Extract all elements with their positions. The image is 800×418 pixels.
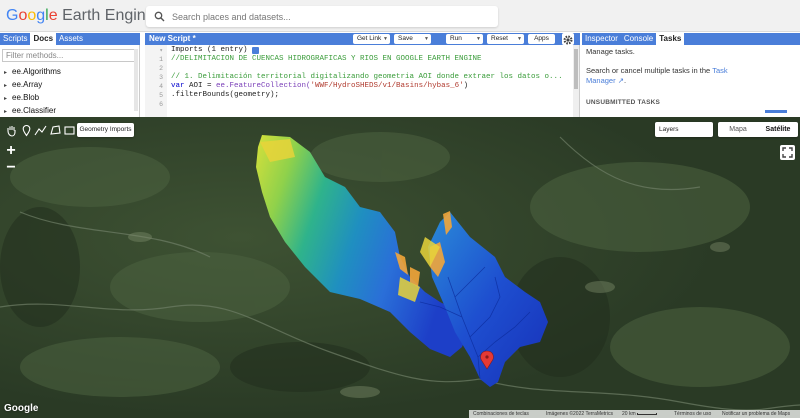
dropdown-icon: ▼ [424, 36, 429, 42]
search-icon [154, 11, 165, 22]
script-title[interactable]: New Script * [149, 33, 196, 45]
caret-right-icon: ▸ [4, 70, 8, 76]
map-type-satellite[interactable]: Satélite [758, 122, 798, 137]
zoom-in-button[interactable]: + [4, 143, 18, 159]
dropdown-icon: ▼ [476, 36, 481, 42]
settings-button[interactable] [562, 33, 574, 45]
code-line: 6 [159, 101, 163, 108]
dropdown-icon: ▼ [517, 36, 522, 42]
map-type-control: Mapa Satélite [718, 122, 798, 137]
code-line: 5 .filterBounds(geometry); [159, 91, 280, 99]
imagery-credit: Imágenes ©2022 TerraMetrics [546, 411, 613, 417]
left-panel-tabs: Scripts Docs Assets [0, 33, 140, 45]
map-view[interactable]: Geometry Imports + − Layers Mapa Satélit… [0, 117, 800, 418]
fullscreen-icon [782, 147, 793, 158]
tab-assets[interactable]: Assets [56, 33, 86, 45]
scale-label: 20 km [622, 411, 636, 417]
rectangle-icon [64, 126, 75, 135]
imports-line[interactable]: ▾ Imports (1 entry) [145, 46, 573, 55]
tab-tasks[interactable]: Tasks [656, 33, 685, 45]
manage-tasks-text: Manage tasks. [586, 47, 635, 56]
editor-scrollbar[interactable] [573, 45, 579, 117]
caret-right-icon: ▸ [4, 96, 8, 102]
google-map-logo: Google [4, 403, 39, 414]
left-panel-scrollbar[interactable] [134, 49, 138, 111]
tab-scripts[interactable]: Scripts [0, 33, 30, 45]
get-link-button[interactable]: Get Link ▼ [353, 34, 390, 44]
map-attribution: Combinaciones de teclas Imágenes ©2022 T… [469, 410, 800, 418]
right-panel: Inspector Console Tasks Manage tasks. Se… [582, 33, 800, 117]
left-panel: Scripts Docs Assets ▸ee.Algorithms ▸ee.A… [0, 33, 140, 117]
report-problem-link[interactable]: Notificar un problema de Maps [722, 410, 790, 418]
code-line: 2 [159, 65, 163, 72]
code-line: 1 //DELIMITACION DE CUENCAS HIDROGRAFICA… [159, 55, 482, 63]
tab-docs[interactable]: Docs [30, 33, 57, 45]
imports-icon[interactable] [252, 47, 259, 54]
filter-methods-input[interactable] [2, 49, 136, 62]
search-box[interactable] [146, 6, 498, 27]
top-header: Google Earth Engine [0, 0, 800, 32]
keyboard-shortcuts-link[interactable]: Combinaciones de teclas [473, 410, 529, 418]
scrollbar-thumb[interactable] [574, 49, 578, 89]
tab-inspector[interactable]: Inspector [582, 33, 621, 45]
pan-tool[interactable] [5, 124, 18, 137]
save-button[interactable]: Save ▼ [394, 34, 431, 44]
caret-right-icon: ▸ [4, 83, 8, 89]
terms-link[interactable]: Términos de uso [674, 410, 711, 418]
rectangle-tool[interactable] [63, 124, 76, 137]
dropdown-icon: ▼ [383, 36, 388, 42]
task-progress-bar [765, 110, 787, 113]
collapse-icon[interactable]: ▾ [145, 46, 163, 55]
fullscreen-button[interactable] [780, 145, 795, 160]
docs-list: ▸ ee.Algorithms ▸ ee.Array ▸ ee.Blob ▸ ee.Cl… [4, 66, 61, 118]
zoom-out-button[interactable]: − [4, 160, 18, 176]
code-line: 3 // 1. Delimitación territorial digital… [159, 73, 563, 81]
hand-icon [7, 126, 16, 137]
external-link-icon: ↗ [615, 76, 624, 85]
run-button[interactable]: Run ▼ [446, 34, 483, 44]
pin-icon [22, 124, 31, 137]
unsubmitted-tasks-heading: UNSUBMITTED TASKS [586, 99, 661, 106]
satellite-imagery[interactable] [0, 117, 800, 418]
earth-engine-logo[interactable]: Google Earth Engine [6, 6, 155, 26]
map-type-map[interactable]: Mapa [718, 122, 758, 137]
scale-bar [637, 413, 657, 415]
geometry-imports-button[interactable]: Geometry Imports [77, 123, 134, 137]
right-panel-tabs: Inspector Console Tasks [582, 33, 800, 45]
polyline-icon [34, 125, 47, 136]
task-manager-hint: Search or cancel multiple tasks in the T… [586, 66, 728, 85]
search-input[interactable] [172, 8, 492, 25]
code-area[interactable]: ▾ Imports (1 entry) 1 //DELIMITACION DE … [145, 45, 573, 117]
reset-button[interactable]: Reset ▼ [487, 34, 524, 44]
list-item[interactable]: ▸ ee.Algorithms [4, 66, 61, 79]
polygon-tool[interactable] [49, 124, 62, 137]
point-tool[interactable] [20, 124, 33, 137]
code-editor-panel: New Script * Get Link ▼ Save ▼ Run ▼ Reset ▼… [145, 33, 580, 117]
line-tool[interactable] [34, 124, 47, 137]
tab-console[interactable]: Console [621, 33, 656, 45]
layers-button[interactable]: Layers [655, 122, 713, 137]
polygon-icon [50, 125, 61, 135]
code-line: 4 var AOI = ee.FeatureCollection('WWF/Hy… [159, 82, 469, 90]
editor-toolbar: New Script * Get Link ▼ Save ▼ Run ▼ Reset ▼… [145, 33, 580, 45]
list-item[interactable]: ▸ ee.Blob [4, 92, 61, 105]
list-item[interactable]: ▸ ee.Array [4, 79, 61, 92]
apps-button[interactable]: Apps [528, 34, 555, 44]
